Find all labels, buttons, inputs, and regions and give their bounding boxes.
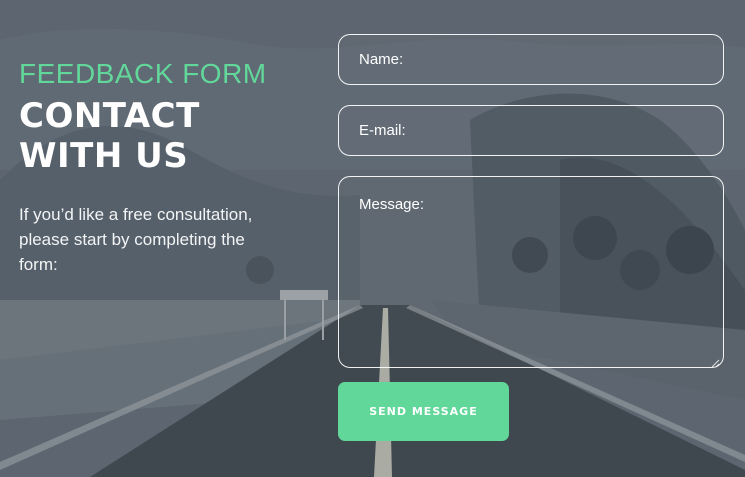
intro-text: If you’d like a free consultation, pleas… xyxy=(19,205,253,274)
message-placeholder: Message: xyxy=(359,196,425,213)
name-placeholder: Name: xyxy=(359,51,404,68)
page-title: CONTACT WITH US xyxy=(19,96,319,176)
page-title-line-1: CONTACT xyxy=(19,96,200,136)
email-placeholder: E-mail: xyxy=(359,122,406,139)
message-field[interactable]: Message: xyxy=(338,176,724,368)
form-eyebrow: FEEDBACK FORM xyxy=(19,58,267,89)
page-title-line-2: WITH US xyxy=(19,136,189,176)
send-message-button[interactable]: SEND MESSAGE xyxy=(338,382,509,441)
intro-section: FEEDBACK FORM CONTACT WITH US If you’d l… xyxy=(19,58,319,277)
name-field[interactable]: Name: xyxy=(338,34,724,85)
email-field[interactable]: E-mail: xyxy=(338,105,724,156)
resize-grip-icon[interactable] xyxy=(710,354,720,368)
